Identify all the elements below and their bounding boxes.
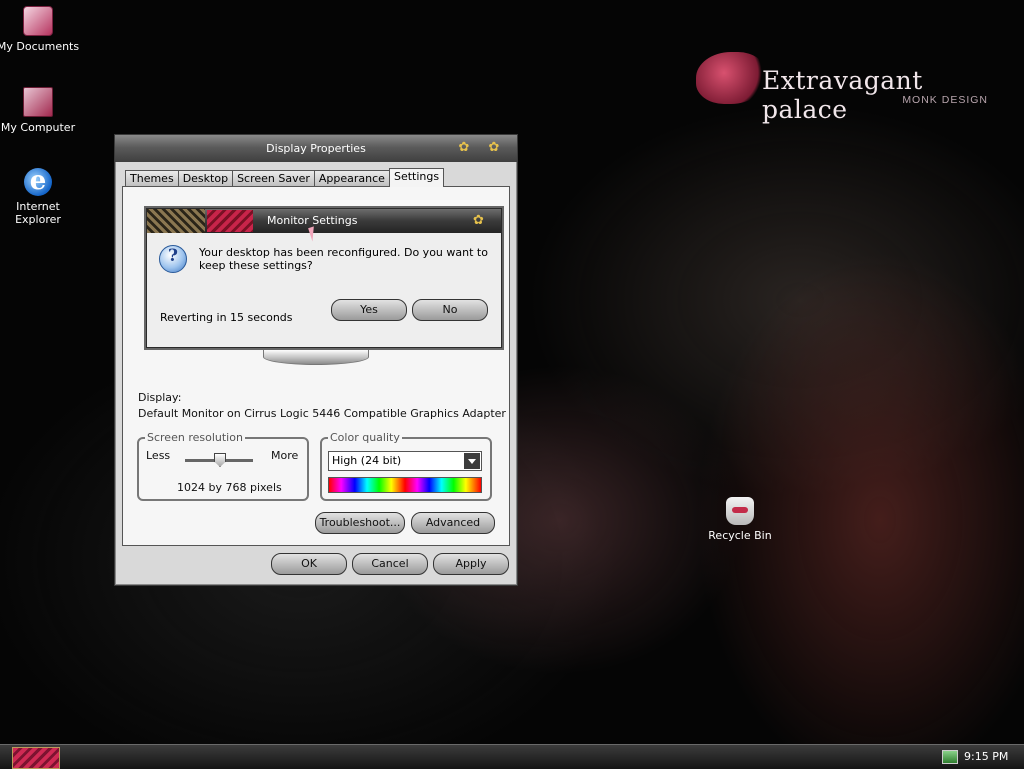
monitor-settings-dialog: Monitor Settings ✿ ? Your desktop has be… — [146, 208, 502, 348]
dialog-message: Your desktop has been reconfigured. Do y… — [199, 246, 488, 272]
color-quality-group: Color quality High (24 bit) — [320, 431, 492, 501]
group-title: Screen resolution — [145, 431, 245, 444]
start-button[interactable] — [12, 747, 60, 769]
no-button[interactable]: No — [412, 299, 488, 321]
tab-themes[interactable]: Themes — [125, 170, 179, 187]
network-tray-icon[interactable] — [942, 750, 958, 764]
taskbar: 9:15 PM — [0, 744, 1024, 769]
desktop-icon-label: Recycle Bin — [708, 529, 772, 542]
close-icon[interactable]: ✿ — [473, 214, 491, 228]
computer-icon — [23, 87, 53, 117]
tab-desktop[interactable]: Desktop — [177, 170, 234, 187]
window-titlebar[interactable]: Display Properties ✿ ✿ — [115, 135, 517, 162]
display-properties-window: Display Properties ✿ ✿ Themes Desktop Sc… — [114, 134, 518, 586]
revert-countdown: Reverting in 15 seconds — [160, 311, 293, 324]
question-icon: ? — [159, 245, 187, 273]
window-title: Display Properties — [266, 142, 366, 155]
tab-strip: Themes Desktop Screen Saver Appearance S… — [125, 168, 445, 187]
desktop-icon-internet-explorer[interactable]: Internet Explorer — [0, 166, 80, 226]
ornament-decoration — [147, 209, 205, 233]
help-icon[interactable]: ✿ — [455, 141, 473, 155]
logo-subtitle: MONK DESIGN — [902, 94, 988, 106]
resolution-value: 1024 by 768 pixels — [177, 481, 282, 494]
advanced-button[interactable]: Advanced — [411, 512, 495, 534]
resolution-slider-thumb[interactable] — [214, 453, 226, 467]
apply-button[interactable]: Apply — [433, 553, 509, 575]
close-icon[interactable]: ✿ — [485, 141, 503, 155]
wallpaper-logo: Extravagant palace MONK DESIGN — [696, 48, 996, 124]
desktop-icon-my-documents[interactable]: My Documents — [0, 6, 80, 53]
ornament-decoration — [207, 210, 253, 232]
swirl-logo-icon — [696, 52, 766, 104]
color-quality-select[interactable]: High (24 bit) — [328, 451, 482, 471]
taskbar-clock[interactable]: 9:15 PM — [964, 750, 1008, 763]
group-title: Color quality — [328, 431, 402, 444]
dialog-titlebar[interactable]: Monitor Settings ✿ — [147, 209, 501, 233]
tab-appearance[interactable]: Appearance — [313, 170, 390, 187]
display-label: Display: — [138, 391, 182, 404]
tab-screen-saver[interactable]: Screen Saver — [232, 170, 315, 187]
display-value: Default Monitor on Cirrus Logic 5446 Com… — [138, 407, 506, 420]
color-spectrum-bar — [328, 477, 482, 493]
desktop-icon-recycle-bin[interactable]: Recycle Bin — [698, 497, 782, 542]
screen-resolution-group: Screen resolution Less More 1024 by 768 … — [137, 431, 309, 501]
desktop-icon-my-computer[interactable]: My Computer — [0, 87, 80, 134]
chevron-down-icon[interactable] — [464, 453, 480, 469]
ok-button[interactable]: OK — [271, 553, 347, 575]
more-label: More — [271, 449, 299, 462]
desktop-icon-label: Internet Explorer — [15, 200, 61, 226]
desktop-icon-label: My Documents — [0, 40, 80, 53]
yes-button[interactable]: Yes — [331, 299, 407, 321]
internet-explorer-icon — [24, 166, 52, 196]
tab-settings[interactable]: Settings — [388, 168, 445, 187]
less-label: Less — [146, 449, 171, 462]
recycle-bin-icon — [726, 497, 754, 525]
desktop-icon-label: My Computer — [0, 121, 76, 134]
folder-icon — [23, 6, 53, 36]
troubleshoot-button[interactable]: Troubleshoot... — [315, 512, 405, 534]
cancel-button[interactable]: Cancel — [352, 553, 428, 575]
monitor-stand — [263, 349, 369, 365]
color-quality-value: High (24 bit) — [332, 454, 402, 467]
